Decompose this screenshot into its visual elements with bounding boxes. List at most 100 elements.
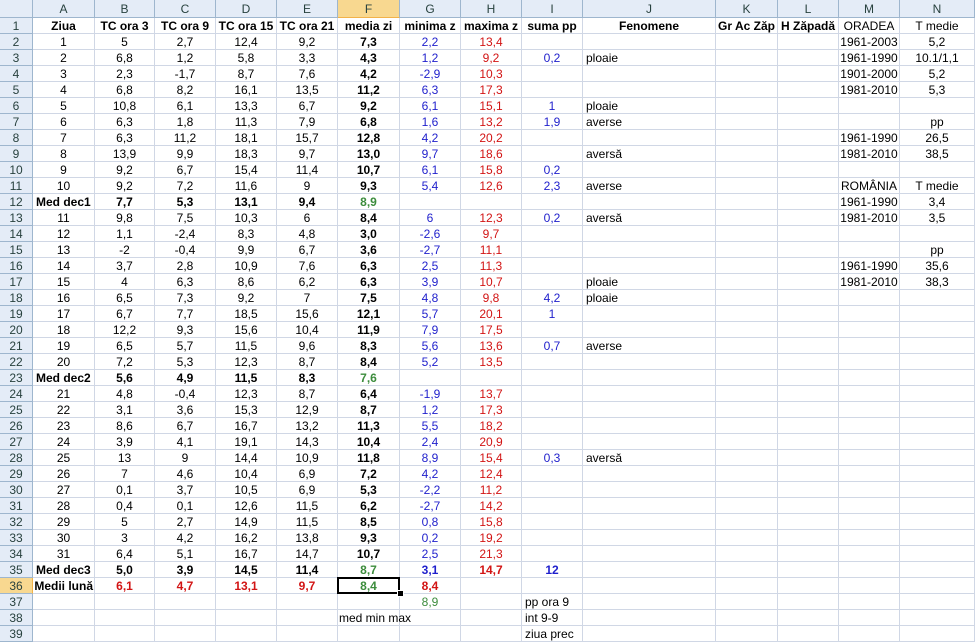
cell-k6[interactable] bbox=[716, 98, 778, 114]
cell-i26[interactable] bbox=[522, 418, 583, 434]
cell-l34[interactable] bbox=[778, 546, 839, 562]
cell-b39[interactable] bbox=[95, 626, 155, 642]
cell-b9[interactable]: 13,9 bbox=[95, 146, 155, 162]
cell-c24[interactable]: -0,4 bbox=[155, 386, 216, 402]
cell-l3[interactable] bbox=[778, 50, 839, 66]
cell-c25[interactable]: 3,6 bbox=[155, 402, 216, 418]
cell-k19[interactable] bbox=[716, 306, 778, 322]
cell-d19[interactable]: 18,5 bbox=[216, 306, 277, 322]
cell-e6[interactable]: 6,7 bbox=[277, 98, 338, 114]
cell-c8[interactable]: 11,2 bbox=[155, 130, 216, 146]
cell-a18[interactable]: 16 bbox=[33, 290, 95, 306]
cell-g1[interactable]: minima z bbox=[400, 18, 461, 34]
cell-g16[interactable]: 2,5 bbox=[400, 258, 461, 274]
cell-j3[interactable]: ploaie bbox=[583, 50, 716, 66]
cell-d3[interactable]: 5,8 bbox=[216, 50, 277, 66]
cell-e24[interactable]: 8,7 bbox=[277, 386, 338, 402]
cell-l2[interactable] bbox=[778, 34, 839, 50]
cell-m12[interactable]: 1961-1990 bbox=[839, 194, 900, 210]
cell-l6[interactable] bbox=[778, 98, 839, 114]
cell-e31[interactable]: 11,5 bbox=[277, 498, 338, 514]
row-header-4[interactable]: 4 bbox=[0, 66, 33, 82]
cell-m19[interactable] bbox=[839, 306, 900, 322]
cell-c22[interactable]: 5,3 bbox=[155, 354, 216, 370]
cell-h9[interactable]: 18,6 bbox=[461, 146, 522, 162]
cell-k31[interactable] bbox=[716, 498, 778, 514]
row-header-22[interactable]: 22 bbox=[0, 354, 33, 370]
cell-f15[interactable]: 3,6 bbox=[338, 242, 400, 258]
cell-f38[interactable]: med min max bbox=[338, 610, 411, 626]
cell-g39[interactable] bbox=[400, 626, 461, 642]
cell-e33[interactable]: 13,8 bbox=[277, 530, 338, 546]
cell-n37[interactable] bbox=[900, 594, 975, 610]
cell-l28[interactable] bbox=[778, 450, 839, 466]
cell-n13[interactable]: 3,5 bbox=[900, 210, 975, 226]
cell-k15[interactable] bbox=[716, 242, 778, 258]
cell-n23[interactable] bbox=[900, 370, 975, 386]
cell-n10[interactable] bbox=[900, 162, 975, 178]
cell-f31[interactable]: 6,2 bbox=[338, 498, 400, 514]
cell-g33[interactable]: 0,2 bbox=[400, 530, 461, 546]
select-all-corner[interactable] bbox=[0, 0, 33, 18]
cell-b18[interactable]: 6,5 bbox=[95, 290, 155, 306]
cell-c32[interactable]: 2,7 bbox=[155, 514, 216, 530]
cell-b29[interactable]: 7 bbox=[95, 466, 155, 482]
cell-h18[interactable]: 9,8 bbox=[461, 290, 522, 306]
cell-n35[interactable] bbox=[900, 562, 975, 578]
cell-e26[interactable]: 13,2 bbox=[277, 418, 338, 434]
cell-i17[interactable] bbox=[522, 274, 583, 290]
column-header-m[interactable]: M bbox=[839, 0, 900, 18]
cell-j4[interactable] bbox=[583, 66, 716, 82]
column-header-a[interactable]: A bbox=[33, 0, 95, 18]
cell-m6[interactable] bbox=[839, 98, 900, 114]
cell-j8[interactable] bbox=[583, 130, 716, 146]
cell-b3[interactable]: 6,8 bbox=[95, 50, 155, 66]
cell-b4[interactable]: 2,3 bbox=[95, 66, 155, 82]
cell-i1[interactable]: suma pp bbox=[522, 18, 583, 34]
cell-n1[interactable]: T medie bbox=[900, 18, 975, 34]
cell-j25[interactable] bbox=[583, 402, 716, 418]
cell-m5[interactable]: 1981-2010 bbox=[839, 82, 900, 98]
cell-d8[interactable]: 18,1 bbox=[216, 130, 277, 146]
row-header-14[interactable]: 14 bbox=[0, 226, 33, 242]
cell-m28[interactable] bbox=[839, 450, 900, 466]
cell-a33[interactable]: 30 bbox=[33, 530, 95, 546]
cell-c14[interactable]: -2,4 bbox=[155, 226, 216, 242]
cell-f6[interactable]: 9,2 bbox=[338, 98, 400, 114]
cell-d6[interactable]: 13,3 bbox=[216, 98, 277, 114]
cell-d37[interactable] bbox=[216, 594, 277, 610]
cell-k23[interactable] bbox=[716, 370, 778, 386]
cell-g4[interactable]: -2,9 bbox=[400, 66, 461, 82]
cell-c33[interactable]: 4,2 bbox=[155, 530, 216, 546]
cell-n34[interactable] bbox=[900, 546, 975, 562]
column-header-b[interactable]: B bbox=[95, 0, 155, 18]
cell-b16[interactable]: 3,7 bbox=[95, 258, 155, 274]
cell-e12[interactable]: 9,4 bbox=[277, 194, 338, 210]
cell-b14[interactable]: 1,1 bbox=[95, 226, 155, 242]
cell-h20[interactable]: 17,5 bbox=[461, 322, 522, 338]
cell-n36[interactable] bbox=[900, 578, 975, 594]
cell-n21[interactable] bbox=[900, 338, 975, 354]
cell-g13[interactable]: 6 bbox=[400, 210, 461, 226]
cell-j7[interactable]: averse bbox=[583, 114, 716, 130]
row-header-7[interactable]: 7 bbox=[0, 114, 33, 130]
cell-c31[interactable]: 0,1 bbox=[155, 498, 216, 514]
cell-l29[interactable] bbox=[778, 466, 839, 482]
cell-i20[interactable] bbox=[522, 322, 583, 338]
cell-j31[interactable] bbox=[583, 498, 716, 514]
cell-i11[interactable]: 2,3 bbox=[522, 178, 583, 194]
cell-b13[interactable]: 9,8 bbox=[95, 210, 155, 226]
cell-c26[interactable]: 6,7 bbox=[155, 418, 216, 434]
row-header-8[interactable]: 8 bbox=[0, 130, 33, 146]
cell-g29[interactable]: 4,2 bbox=[400, 466, 461, 482]
cell-j22[interactable] bbox=[583, 354, 716, 370]
row-header-11[interactable]: 11 bbox=[0, 178, 33, 194]
cell-a8[interactable]: 7 bbox=[33, 130, 95, 146]
cell-k26[interactable] bbox=[716, 418, 778, 434]
cell-a6[interactable]: 5 bbox=[33, 98, 95, 114]
row-header-9[interactable]: 9 bbox=[0, 146, 33, 162]
cell-i18[interactable]: 4,2 bbox=[522, 290, 583, 306]
cell-a19[interactable]: 17 bbox=[33, 306, 95, 322]
cell-b34[interactable]: 6,4 bbox=[95, 546, 155, 562]
cell-g2[interactable]: 2,2 bbox=[400, 34, 461, 50]
